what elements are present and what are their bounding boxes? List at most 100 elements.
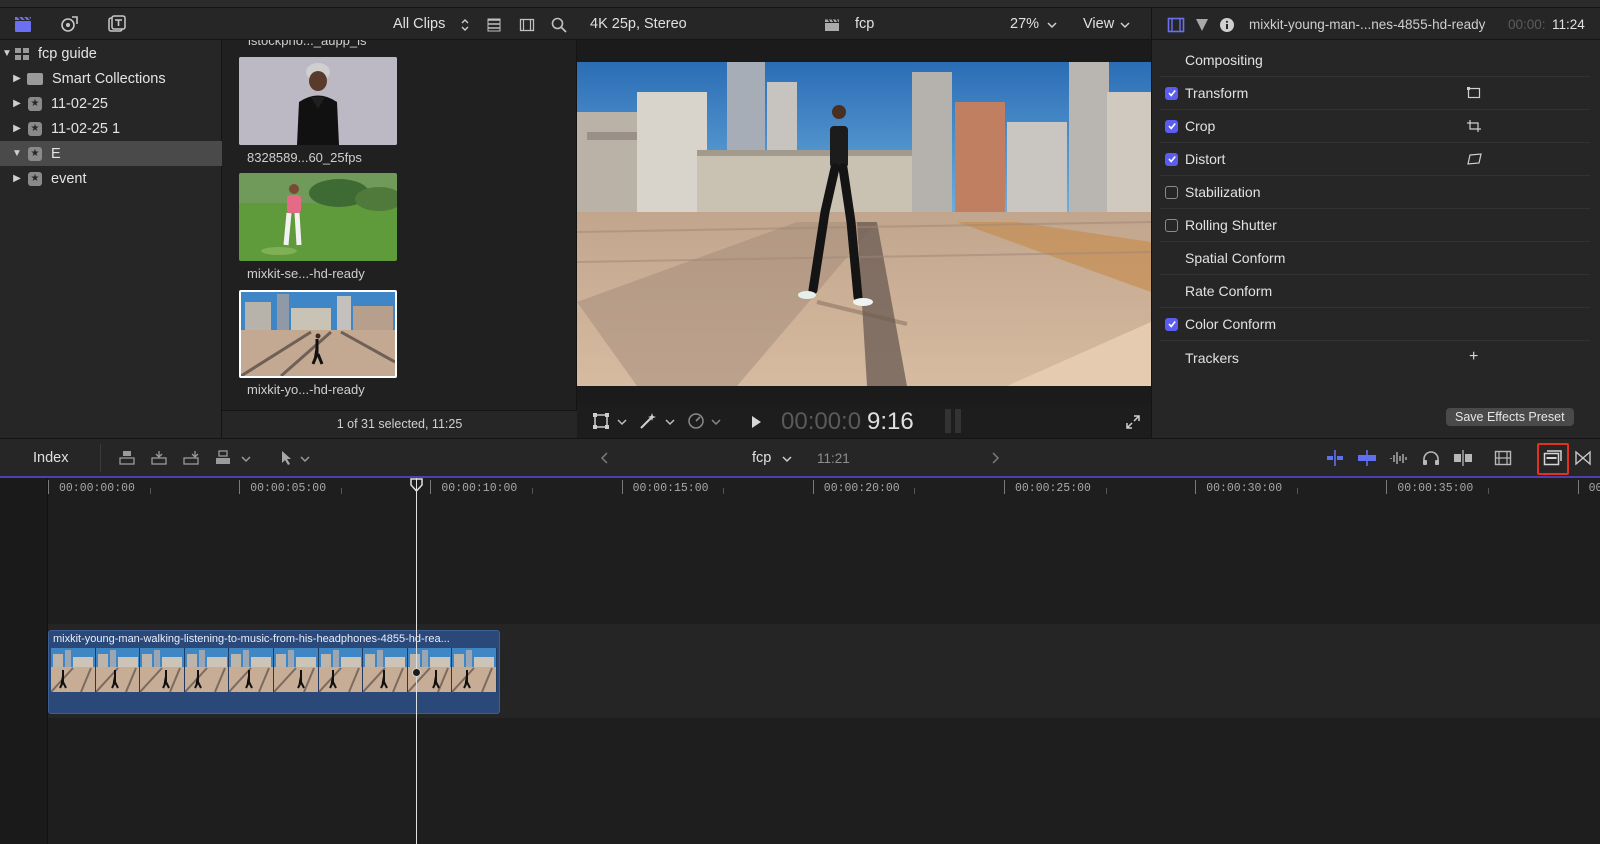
timeline-clip[interactable]: mixkit-young-man-walking-listening-to-mu… bbox=[48, 630, 500, 714]
insert-clip-icon[interactable] bbox=[148, 449, 170, 467]
library-item-event-e[interactable]: ▼ ★ E bbox=[0, 141, 222, 166]
library-item-fcp-guide[interactable]: ▼ fcp guide bbox=[0, 41, 222, 66]
history-forward-icon[interactable] bbox=[984, 449, 1006, 467]
clip-skimming-icon[interactable] bbox=[1356, 449, 1378, 467]
clip-filmstrip bbox=[51, 648, 497, 692]
snapping-icon[interactable] bbox=[1452, 449, 1474, 467]
chevron-down-icon[interactable] bbox=[659, 413, 681, 431]
clip-title: mixkit-young-man-walking-listening-to-mu… bbox=[53, 633, 450, 645]
fullscreen-icon[interactable] bbox=[1122, 413, 1144, 431]
list-view-icon[interactable] bbox=[483, 16, 505, 34]
disclosure-closed-icon[interactable]: ▶ bbox=[10, 123, 24, 134]
photos-audio-icon[interactable] bbox=[59, 15, 81, 33]
browser-toolbar: All Clips bbox=[222, 8, 577, 40]
timecode-dim: 00:00:0 bbox=[781, 408, 862, 435]
playhead-handle[interactable] bbox=[410, 478, 423, 492]
clip-thumbnail[interactable] bbox=[239, 57, 397, 145]
audio-skimming-icon[interactable] bbox=[1388, 449, 1410, 467]
timeline-index-button[interactable]: Index bbox=[33, 450, 68, 466]
info-inspector-icon[interactable] bbox=[1216, 16, 1238, 34]
library-item-event[interactable]: ▶ ★ event bbox=[0, 166, 222, 191]
transitions-browser-icon[interactable] bbox=[1572, 449, 1594, 467]
clip-thumbnail-selected[interactable] bbox=[239, 290, 397, 378]
folder-icon bbox=[27, 72, 43, 85]
search-icon[interactable] bbox=[548, 16, 570, 34]
ruler-timecode-label: 00:00:35:00 bbox=[1397, 482, 1474, 495]
chevron-down-icon[interactable] bbox=[294, 450, 316, 468]
color-inspector-icon[interactable] bbox=[1191, 16, 1213, 34]
inspector-section-transform[interactable]: Transform bbox=[1160, 77, 1590, 110]
updown-chevron-icon[interactable] bbox=[454, 16, 476, 34]
filmstrip-view-icon[interactable] bbox=[516, 16, 538, 34]
crop-checkbox[interactable] bbox=[1165, 119, 1178, 133]
viewer-video-frame[interactable] bbox=[577, 62, 1151, 386]
timeline-project-dropdown[interactable]: fcp bbox=[752, 450, 771, 466]
enhance-wand-icon[interactable] bbox=[637, 412, 659, 430]
connect-clip-icon[interactable] bbox=[116, 449, 138, 467]
distort-onscreen-icon[interactable] bbox=[1467, 153, 1482, 165]
clip-appearance-icon[interactable] bbox=[1492, 449, 1514, 467]
disclosure-closed-icon[interactable]: ▶ bbox=[10, 173, 24, 184]
history-back-icon[interactable] bbox=[594, 449, 616, 467]
inspector-section-stabilization[interactable]: Stabilization bbox=[1160, 176, 1590, 209]
library-item-event-11-02-25[interactable]: ▶ ★ 11-02-25 bbox=[0, 91, 222, 116]
timecode-current[interactable]: 9:16 bbox=[867, 408, 914, 436]
chevron-down-icon[interactable] bbox=[776, 450, 798, 468]
append-clip-icon[interactable] bbox=[180, 449, 202, 467]
chevron-down-icon[interactable] bbox=[1114, 16, 1136, 34]
inspector-section-rate-conform[interactable]: Rate Conform bbox=[1160, 275, 1590, 308]
chevron-down-icon[interactable] bbox=[235, 450, 257, 468]
video-inspector-icon[interactable] bbox=[1165, 16, 1187, 34]
play-icon[interactable] bbox=[745, 413, 767, 431]
inspector-panel: Compositing Transform Crop Distort Stabi… bbox=[1151, 40, 1600, 402]
library-item-smart-collections[interactable]: ▶ Smart Collections bbox=[0, 66, 222, 91]
inspector-section-compositing[interactable]: Compositing bbox=[1160, 44, 1590, 77]
titles-generators-icon[interactable] bbox=[105, 15, 127, 33]
retime-speed-icon[interactable] bbox=[685, 412, 707, 430]
clip-filter-dropdown[interactable]: All Clips bbox=[393, 16, 445, 32]
overwrite-clip-icon[interactable] bbox=[212, 449, 234, 467]
zoom-dropdown[interactable]: 27% bbox=[1010, 16, 1039, 32]
ruler-minor-tick bbox=[723, 488, 725, 494]
chevron-down-icon[interactable] bbox=[705, 413, 727, 431]
audio-meter-left bbox=[945, 409, 951, 433]
disclosure-closed-icon[interactable]: ▶ bbox=[10, 73, 24, 84]
skimming-icon[interactable] bbox=[1324, 449, 1346, 467]
disclosure-open-icon[interactable]: ▼ bbox=[0, 48, 14, 59]
libraries-clapper-icon[interactable] bbox=[12, 15, 34, 33]
save-effects-preset-button[interactable]: Save Effects Preset bbox=[1446, 408, 1574, 426]
transform-checkbox[interactable] bbox=[1165, 86, 1178, 100]
inspector-section-color-conform[interactable]: Color Conform bbox=[1160, 308, 1590, 341]
section-label: Stabilization bbox=[1185, 184, 1261, 200]
crop-onscreen-icon[interactable] bbox=[1467, 120, 1481, 132]
stabilization-checkbox[interactable] bbox=[1165, 185, 1178, 199]
inspector-toggle-highlight bbox=[1537, 443, 1569, 475]
ruler-major-tick bbox=[812, 480, 814, 494]
disclosure-open-icon[interactable]: ▼ bbox=[10, 148, 24, 159]
inspector-section-rolling-shutter[interactable]: Rolling Shutter bbox=[1160, 209, 1590, 242]
clip-thumbnail[interactable] bbox=[239, 173, 397, 261]
transform-onscreen-icon[interactable] bbox=[1467, 87, 1481, 99]
inspector-section-spatial-conform[interactable]: Spatial Conform bbox=[1160, 242, 1590, 275]
headphones-solo-icon[interactable] bbox=[1420, 449, 1442, 467]
chevron-down-icon[interactable] bbox=[1041, 16, 1063, 34]
view-menu[interactable]: View bbox=[1083, 16, 1114, 32]
transform-tool-icon[interactable] bbox=[590, 412, 612, 430]
add-tracker-button[interactable]: + bbox=[1469, 348, 1478, 366]
ruler-minor-tick bbox=[1105, 488, 1107, 494]
section-label: Distort bbox=[1185, 151, 1226, 167]
inspector-section-crop[interactable]: Crop bbox=[1160, 110, 1590, 143]
color-conform-checkbox[interactable] bbox=[1165, 317, 1178, 331]
ruler-major-tick bbox=[1577, 480, 1579, 494]
inspector-section-trackers[interactable]: Trackers + bbox=[1160, 341, 1590, 374]
clapper-icon bbox=[821, 16, 843, 34]
playhead[interactable] bbox=[416, 478, 417, 844]
rolling-shutter-checkbox[interactable] bbox=[1165, 218, 1178, 232]
chevron-down-icon[interactable] bbox=[611, 413, 633, 431]
inspector-section-distort[interactable]: Distort bbox=[1160, 143, 1590, 176]
library-item-event-11-02-25-1[interactable]: ▶ ★ 11-02-25 1 bbox=[0, 116, 222, 141]
disclosure-closed-icon[interactable]: ▶ bbox=[10, 98, 24, 109]
filmstrip-frame bbox=[51, 648, 96, 692]
distort-checkbox[interactable] bbox=[1165, 152, 1178, 166]
library-toolbar bbox=[0, 8, 222, 40]
